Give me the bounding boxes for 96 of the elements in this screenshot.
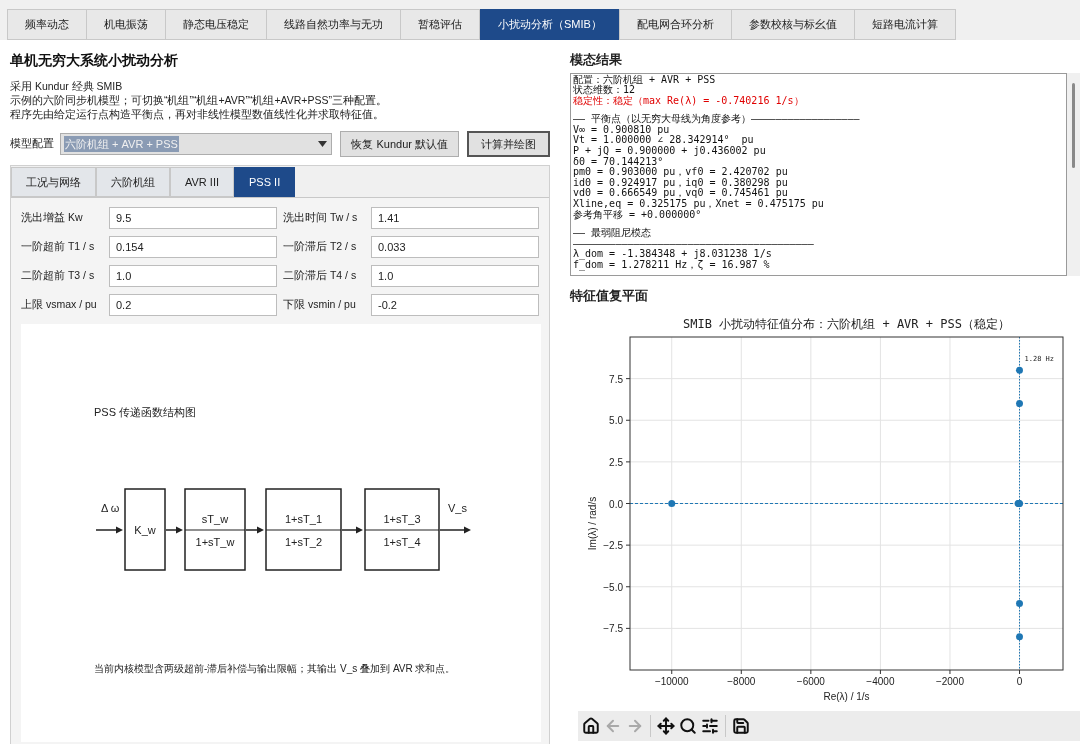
settings-tab[interactable]: AVR III — [170, 167, 235, 197]
field-label: 模型配置 — [10, 136, 54, 152]
block-label: K_w — [134, 524, 156, 536]
description-text: 示例的六阶同步机模型；可切换“机组”“机组+AVR”“机组+AVR+PSS”三种配置。 — [10, 93, 388, 107]
description-text: 采用 Kundur 经典 SMIB — [10, 79, 124, 93]
tick-label: −2000 — [935, 676, 964, 687]
main-tab[interactable]: 暂稳评估 — [400, 9, 480, 40]
result-line: 稳定性：稳定（max Re(λ) = -0.740216 1/s） — [573, 95, 805, 107]
numerator-label: 1+sT_3 — [383, 513, 421, 525]
denominator-label: 1+sT_w — [195, 536, 235, 548]
result-line: λ_dom = -1.384348 + j8.031238 1/s — [573, 249, 773, 260]
input-label: Δ ω — [101, 502, 120, 514]
section-title: 模态结果 — [570, 51, 623, 69]
data-point — [1016, 400, 1023, 408]
section-title: 特征值复平面 — [570, 286, 649, 305]
diagram-caption: 当前内核模型含两级超前-滞后补偿与输出限幅；其输出 V_s 叠加到 AVR 求和点。 — [94, 663, 456, 674]
denominator-label: 1+sT_4 — [383, 536, 421, 548]
denominator-label: 1+sT_2 — [285, 536, 322, 548]
main-tab[interactable]: 短路电流计算 — [853, 9, 956, 40]
input-field[interactable]: 9.5 — [109, 207, 277, 229]
main-tab[interactable]: 频率动态 — [7, 9, 87, 40]
signal-arrow — [165, 526, 183, 534]
tick-label: 0 — [1016, 676, 1023, 687]
tick-label: 5.0 — [609, 415, 623, 427]
tick-label: −4000 — [866, 676, 895, 687]
save-icon[interactable] — [732, 717, 750, 735]
input-field[interactable]: 1.0 — [371, 265, 539, 287]
settings-tab[interactable]: PSS II — [234, 167, 296, 197]
result-line: P + jQ = 0.900000 + j0.436002 pu — [573, 146, 767, 157]
settings-tab[interactable]: 六阶机组 — [96, 167, 170, 197]
scrollbar[interactable] — [1067, 72, 1080, 276]
main-tab[interactable]: 静态电压稳定 — [165, 9, 267, 40]
tick-label: 7.5 — [609, 373, 623, 385]
input-field[interactable]: 1.0 — [109, 265, 277, 287]
data-point — [1016, 633, 1023, 641]
result-line: 状态维数：12 — [573, 85, 636, 96]
home-icon[interactable] — [582, 717, 600, 735]
main-tab[interactable]: 小扰动分析（SMIB） — [480, 9, 620, 40]
diagram-title: PSS 传递函数结构图 — [94, 406, 197, 418]
field-label: 一阶滞后 T2 / s — [283, 239, 358, 255]
main-tab[interactable]: 线路自然功率与无功 — [266, 9, 401, 40]
result-line: id0 = 0.924917 pu，iq0 = 0.380298 pu — [573, 177, 789, 189]
field-label: 洗出时间 Tw / s — [283, 210, 359, 226]
tick-label: −10000 — [654, 676, 689, 687]
search-icon[interactable] — [679, 717, 697, 735]
result-line: —— 最弱阻尼模态 — [573, 228, 653, 239]
result-line: —— 平衡点（以无穷大母线为角度参考）—————————————————— — [573, 114, 861, 125]
result-line: Xline,eq = 0.325175 pu，Xnet = 0.475175 pu — [573, 199, 825, 210]
result-line: ———————————————————————————————————————— — [573, 238, 815, 249]
field-label: 上限 vsmax / pu — [21, 297, 98, 313]
axis-label: Im(λ) / rad/s — [587, 496, 598, 551]
input-field[interactable]: 0.2 — [109, 294, 277, 316]
action-button[interactable]: 恢复 Kundur 默认值 — [340, 131, 459, 157]
field-label: 一阶超前 T1 / s — [21, 239, 96, 255]
input-field[interactable]: 0.154 — [109, 236, 277, 258]
result-line: f_dom = 1.278211 Hz，ζ = 16.987 % — [573, 260, 771, 271]
move-icon[interactable] — [657, 717, 675, 735]
main-tab[interactable]: 参数校核与标幺值 — [730, 9, 855, 40]
input-field[interactable]: 1.41 — [371, 207, 539, 229]
axis-label: Re(λ) / 1/s — [823, 691, 870, 702]
caret-icon — [318, 141, 328, 147]
tick-label: −5.0 — [603, 581, 623, 593]
data-point — [668, 500, 676, 507]
tick-label: 0.0 — [609, 498, 623, 510]
field-label: 下限 vsmin / pu — [283, 297, 357, 313]
settings-tab[interactable]: 工况与网络 — [11, 167, 96, 197]
sliders-icon[interactable] — [701, 717, 719, 735]
result-line: 配置：六阶机组 + AVR + PSS — [573, 74, 717, 85]
field-label: 二阶超前 T3 / s — [21, 268, 96, 284]
tick-label: 2.5 — [609, 456, 623, 468]
main-tab[interactable]: 机电振荡 — [86, 9, 166, 40]
result-line: V∞ = 0.900810 pu — [573, 124, 670, 135]
tick-label: −7.5 — [603, 623, 623, 635]
numerator-label: sT_w — [201, 513, 229, 525]
input-field[interactable]: -0.2 — [371, 294, 539, 316]
result-line: pm0 = 0.903000 pu，vf0 = 2.420702 pu — [573, 167, 789, 178]
result-line: Vt = 1.000000 ∠ 28.342914° pu — [573, 135, 755, 147]
numerator-label: 1+sT_1 — [285, 513, 322, 525]
result-line: δ0 = 70.144213° — [573, 156, 665, 167]
chart-title: SMIB 小扰动特征值分布：六阶机组 + AVR + PSS（稳定） — [683, 317, 1010, 331]
tick-label: −2.5 — [603, 540, 623, 552]
input-field[interactable]: 0.033 — [371, 236, 539, 258]
data-point — [1016, 366, 1023, 374]
tick-label: −6000 — [796, 676, 825, 687]
signal-arrow — [95, 526, 123, 534]
result-line: vd0 = 0.666549 pu，vq0 = 0.745461 pu — [573, 188, 788, 200]
output-label: V_s — [448, 502, 467, 514]
field-label: 洗出增益 Kw — [21, 210, 84, 226]
tick-label: −8000 — [727, 676, 756, 687]
description-text: 程序先由给定运行点构造平衡点，再对非线性模型数值线性化并求取特征值。 — [10, 107, 385, 121]
main-tab[interactable]: 配电网合环分析 — [618, 9, 732, 40]
action-button[interactable]: 计算并绘图 — [467, 131, 550, 157]
field-label: 二阶滞后 T4 / s — [283, 268, 358, 284]
panel-title: 单机无穷大系统小扰动分析 — [10, 51, 179, 70]
data-point — [1016, 599, 1023, 607]
result-line: 参考角平移 = +0.000000° — [573, 209, 702, 221]
